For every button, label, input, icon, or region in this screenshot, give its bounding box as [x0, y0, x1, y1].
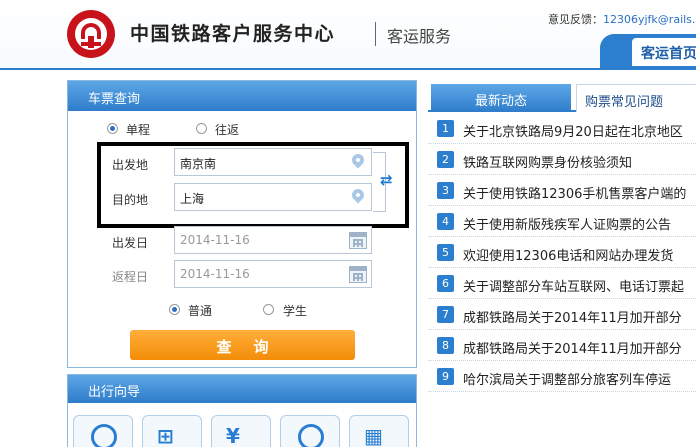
- travel-guide-panel: 出行向导 ⊞ ¥ ▦: [67, 374, 417, 447]
- news-item-link[interactable]: 欢迎使用12306电话和网站办理发货: [463, 245, 696, 264]
- from-label: 出发地: [112, 158, 149, 172]
- return-date-input[interactable]: 2014-11-16: [174, 260, 372, 288]
- guide-fare-icon[interactable]: ¥: [211, 415, 271, 447]
- site-header: 中国铁路客户服务中心 客运服务 意见反馈：12306yjfk@rails. 客运…: [0, 0, 696, 70]
- tab-ticket-faq[interactable]: 购票常见问题: [576, 84, 696, 112]
- news-panel: 最新动态 购票常见问题 1 关于北京铁路局9月20日起在北京地区 2 铁路互联网购票身…: [428, 80, 696, 447]
- from-station-input[interactable]: 南京南: [174, 148, 372, 176]
- travel-guide-header: 出行向导: [68, 375, 416, 403]
- title-divider: [375, 22, 376, 46]
- news-item[interactable]: 3 关于使用铁路12306手机售票客户端的: [428, 175, 696, 206]
- guide-train-icon[interactable]: [73, 415, 133, 447]
- news-item-number: 5: [437, 244, 454, 261]
- railway-logo-icon[interactable]: [67, 10, 115, 58]
- site-title: 中国铁路客户服务中心: [130, 23, 336, 45]
- ticket-query-panel: 车票查询 单程 往返 出发地 南京南 目的地 上海 ⇄ 出发日 2014-11-…: [67, 80, 417, 368]
- depart-date-input[interactable]: 2014-11-16: [174, 226, 372, 254]
- round-trip-radio[interactable]: [196, 123, 207, 134]
- adult-ticket-label[interactable]: 普通: [188, 302, 212, 319]
- guide-schedule-icon[interactable]: ⊞: [142, 415, 202, 447]
- travel-guide-title: 出行向导: [88, 385, 141, 400]
- news-item-number: 4: [437, 213, 454, 230]
- guide-time-icon[interactable]: [280, 415, 340, 447]
- news-item-number: 7: [437, 306, 454, 323]
- student-ticket-radio[interactable]: [263, 304, 274, 315]
- news-item[interactable]: 6 关于调整部分车站互联网、电话订票起: [428, 268, 696, 299]
- news-item-number: 3: [437, 182, 454, 199]
- news-item-number: 6: [437, 275, 454, 292]
- news-item-number: 9: [437, 368, 454, 385]
- news-item-link[interactable]: 关于使用铁路12306手机售票客户端的: [463, 183, 696, 202]
- news-item-link[interactable]: 铁路互联网购票身份核验须知: [463, 152, 696, 171]
- news-item[interactable]: 1 关于北京铁路局9月20日起在北京地区: [428, 113, 696, 144]
- student-ticket-label[interactable]: 学生: [283, 302, 307, 319]
- one-way-radio[interactable]: [107, 123, 118, 134]
- ticket-query-header: 车票查询: [68, 81, 416, 111]
- nav-tab-home[interactable]: 客运首页: [632, 38, 696, 66]
- adult-ticket-radio[interactable]: [169, 304, 180, 315]
- feedback-label: 意见反馈：: [548, 13, 603, 26]
- news-item-link[interactable]: 关于北京铁路局9月20日起在北京地区: [463, 121, 696, 140]
- ticket-query-title: 车票查询: [88, 92, 141, 107]
- guide-calendar-icon[interactable]: ▦: [349, 415, 409, 447]
- query-button[interactable]: 查询: [130, 330, 355, 360]
- header-divider: [0, 68, 696, 70]
- news-tabs: 最新动态 购票常见问题: [428, 80, 696, 112]
- news-item[interactable]: 8 成都铁路局关于2014年11月加开部分: [428, 330, 696, 361]
- news-item[interactable]: 7 成都铁路局关于2014年11月加开部分: [428, 299, 696, 330]
- news-item-number: 8: [437, 337, 454, 354]
- feedback: 意见反馈：12306yjfk@rails.: [548, 11, 695, 27]
- news-item[interactable]: 2 铁路互联网购票身份核验须知: [428, 144, 696, 175]
- to-station-input[interactable]: 上海: [174, 183, 372, 211]
- return-date-label: 返程日: [112, 270, 149, 284]
- depart-date-label: 出发日: [112, 236, 149, 250]
- news-item-link[interactable]: 成都铁路局关于2014年11月加开部分: [463, 307, 696, 326]
- one-way-label[interactable]: 单程: [126, 121, 150, 138]
- swap-stations-icon[interactable]: ⇄: [380, 172, 398, 188]
- round-trip-label[interactable]: 往返: [215, 121, 239, 138]
- news-item-link[interactable]: 关于调整部分车站互联网、电话订票起: [463, 276, 696, 295]
- calendar-icon[interactable]: [349, 232, 367, 249]
- news-item[interactable]: 4 关于使用新版残疾军人证购票的公告: [428, 206, 696, 237]
- news-item-number: 2: [437, 151, 454, 168]
- news-item-link[interactable]: 关于使用新版残疾军人证购票的公告: [463, 214, 696, 233]
- tab-latest-news[interactable]: 最新动态: [431, 84, 571, 112]
- feedback-email-link[interactable]: 12306yjfk@rails.: [603, 13, 695, 26]
- news-item-link[interactable]: 哈尔滨局关于调整部分旅客列车停运: [463, 369, 696, 388]
- news-item-number: 1: [437, 120, 454, 137]
- news-item[interactable]: 5 欢迎使用12306电话和网站办理发货: [428, 237, 696, 268]
- calendar-icon[interactable]: [349, 266, 367, 283]
- to-label: 目的地: [112, 193, 149, 207]
- site-subtitle: 客运服务: [387, 27, 452, 46]
- news-item-link[interactable]: 成都铁路局关于2014年11月加开部分: [463, 338, 696, 357]
- news-item[interactable]: 9 哈尔滨局关于调整部分旅客列车停运: [428, 361, 696, 392]
